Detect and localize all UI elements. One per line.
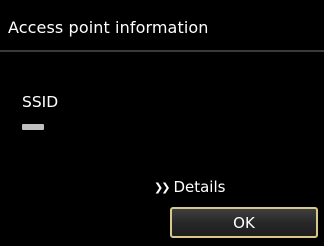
header-bar: Access point information (0, 0, 324, 52)
ssid-value-masked (22, 124, 44, 130)
page-title: Access point information (8, 18, 209, 37)
ssid-label: SSID (22, 93, 59, 111)
double-chevron-right-icon: ❯❯ (154, 180, 171, 194)
details-link[interactable]: ❯❯ Details (154, 178, 225, 196)
details-label: Details (173, 178, 226, 196)
printer-lcd-screen: Access point information SSID ❯❯ Details… (0, 0, 324, 246)
ok-button[interactable]: OK (170, 207, 318, 238)
